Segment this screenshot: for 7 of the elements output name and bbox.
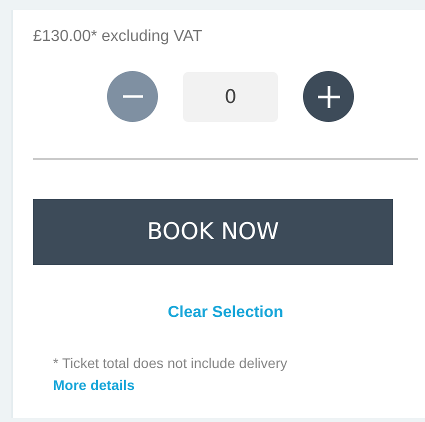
plus-icon: [316, 84, 340, 108]
minus-icon: [122, 95, 142, 98]
increase-button[interactable]: [303, 71, 354, 122]
delivery-note: * Ticket total does not include delivery: [53, 355, 288, 371]
price-text: £130.00* excluding VAT: [33, 27, 204, 47]
quantity-field[interactable]: 0: [183, 72, 278, 122]
book-now-button[interactable]: BOOK NOW: [33, 199, 393, 265]
